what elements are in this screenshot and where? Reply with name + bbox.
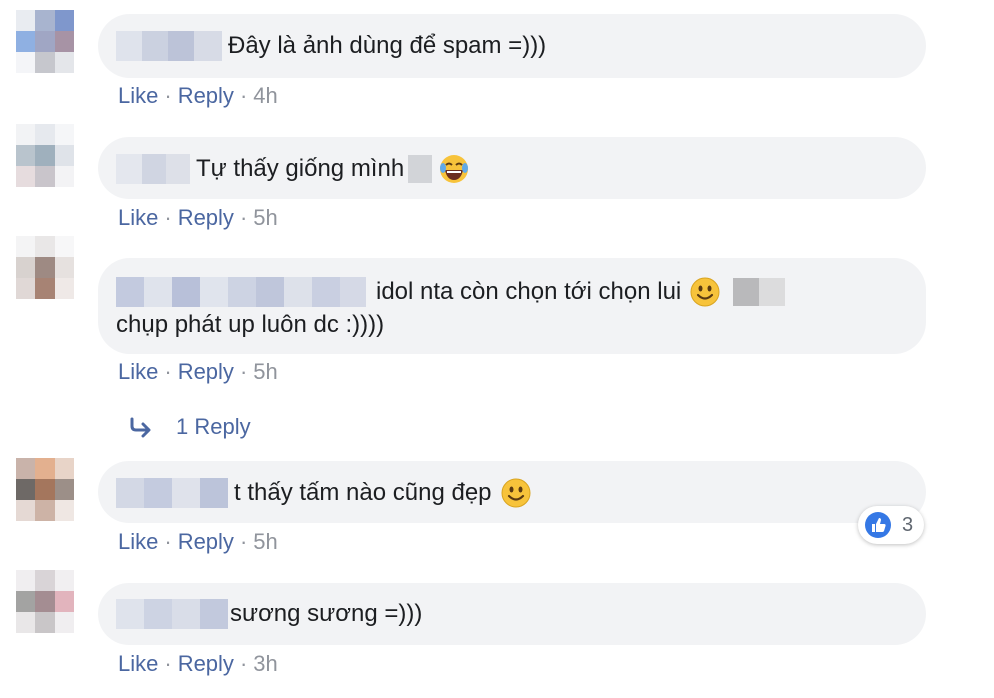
comment-bubble: sương sương =)))	[98, 583, 926, 645]
timestamp[interactable]: 5h	[253, 205, 277, 230]
separator-dot: ·	[239, 83, 248, 108]
comment-text: Đây là ảnh dùng để spam =)))	[228, 32, 547, 59]
avatar[interactable]	[16, 236, 74, 320]
like-link[interactable]: Like	[118, 205, 158, 230]
commenter-name-blurred[interactable]	[116, 599, 228, 629]
commenter-name-blurred[interactable]	[116, 277, 366, 307]
comment-bubble: Đây là ảnh dùng để spam =)))	[98, 14, 926, 78]
separator-dot: ·	[239, 651, 248, 676]
comment-bubble: Tự thấy giống mình	[98, 137, 926, 199]
like-link[interactable]: Like	[118, 529, 158, 554]
smiling-face-emoji	[501, 478, 531, 508]
timestamp[interactable]: 4h	[253, 83, 277, 108]
like-link[interactable]: Like	[118, 651, 158, 676]
reply-link[interactable]: Reply	[178, 83, 234, 108]
blurred-mention	[733, 278, 786, 306]
separator-dot: ·	[239, 359, 248, 384]
separator-dot: ·	[164, 205, 172, 230]
comment-bubble: t thấy tấm nào cũng đẹp	[98, 461, 926, 523]
separator-dot: ·	[164, 529, 172, 554]
comment-actions: Like · Reply · 5h	[118, 205, 278, 231]
separator-dot: ·	[164, 651, 172, 676]
separator-dot: ·	[164, 359, 172, 384]
like-link[interactable]: Like	[118, 83, 158, 108]
view-replies-link[interactable]: 1 Reply	[128, 414, 251, 440]
comment-actions: Like · Reply · 4h	[118, 83, 278, 109]
comment-actions: Like · Reply · 3h	[118, 651, 278, 677]
comment-text: Tự thấy giống mình	[196, 155, 405, 182]
comment-text: t thấy tấm nào cũng đẹp	[234, 479, 492, 506]
comment-text: sương sương =)))	[230, 600, 423, 627]
like-reaction-icon	[865, 512, 891, 538]
comment-bubble: idol nta còn chọn tới chọn lui chụp phát…	[98, 258, 926, 354]
replies-count-label[interactable]: 1 Reply	[176, 414, 251, 440]
reply-link[interactable]: Reply	[178, 359, 234, 384]
grinning-tears-emoji	[440, 155, 469, 183]
timestamp[interactable]: 5h	[253, 359, 277, 384]
commenter-name-blurred[interactable]	[116, 154, 190, 184]
separator-dot: ·	[239, 205, 248, 230]
reply-arrow-icon	[130, 417, 151, 438]
comment-text-line1: idol nta còn chọn tới chọn lui	[376, 278, 682, 305]
reply-link[interactable]: Reply	[178, 205, 234, 230]
commenter-name-blurred[interactable]	[116, 31, 222, 61]
reply-link[interactable]: Reply	[178, 651, 234, 676]
blurred-mention	[408, 155, 433, 183]
reply-link[interactable]: Reply	[178, 529, 234, 554]
avatar[interactable]	[16, 124, 74, 208]
timestamp[interactable]: 5h	[253, 529, 277, 554]
separator-dot: ·	[164, 83, 172, 108]
comment-actions: Like · Reply · 5h	[118, 529, 278, 555]
like-link[interactable]: Like	[118, 359, 158, 384]
comment-actions: Like · Reply · 5h	[118, 359, 278, 385]
comment-text-line2: chụp phát up luôn dc :))))	[116, 311, 385, 338]
smiling-face-emoji	[690, 277, 720, 307]
avatar[interactable]	[16, 10, 74, 94]
reaction-summary[interactable]: 3	[858, 506, 924, 544]
reaction-count: 3	[902, 513, 914, 536]
avatar[interactable]	[16, 570, 74, 654]
separator-dot: ·	[239, 529, 248, 554]
timestamp[interactable]: 3h	[253, 651, 277, 676]
commenter-name-blurred[interactable]	[116, 478, 228, 508]
avatar[interactable]	[16, 458, 74, 542]
